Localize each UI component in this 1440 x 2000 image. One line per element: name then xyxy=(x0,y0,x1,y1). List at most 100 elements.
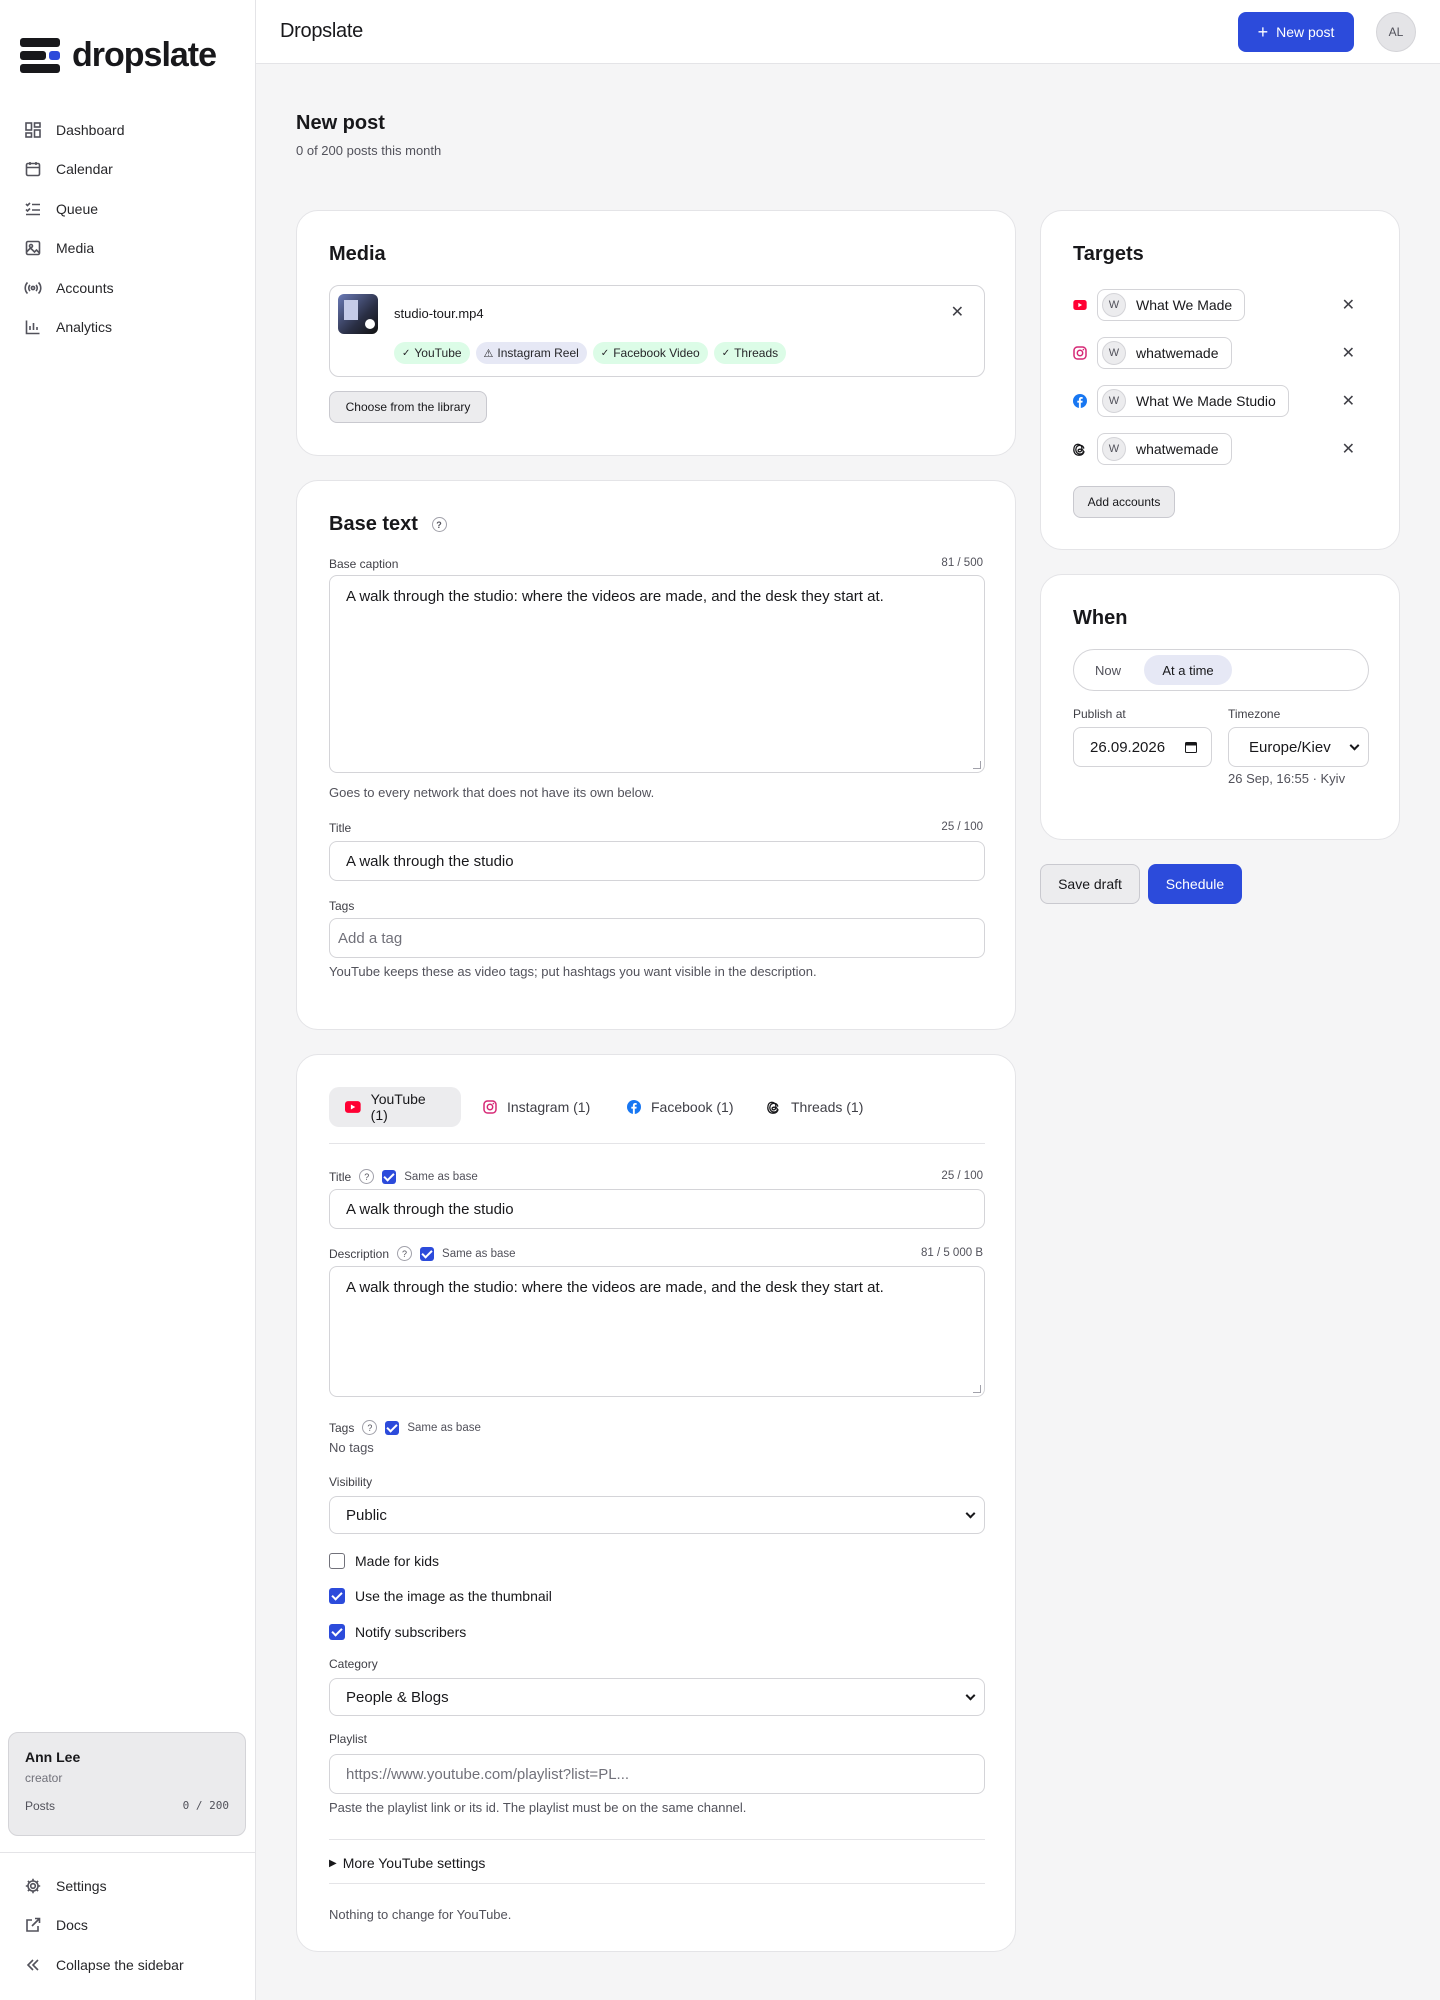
when-card: When Now At a time Publish at Timezone 2… xyxy=(1040,574,1400,840)
sidebar-item-queue[interactable]: Queue xyxy=(16,189,240,229)
target-account-chip[interactable]: W What We Made Studio xyxy=(1097,385,1289,417)
target-account-chip[interactable]: W What We Made xyxy=(1097,289,1246,321)
sidebar-item-calendar[interactable]: Calendar xyxy=(16,150,240,190)
yt-tags-same-as-base-checkbox[interactable] xyxy=(385,1420,400,1435)
user-card[interactable]: Ann Lee creator Posts 0 / 200 xyxy=(8,1732,246,1836)
calendar-icon xyxy=(25,162,41,177)
made-for-kids-checkbox[interactable] xyxy=(329,1553,345,1569)
more-youtube-settings-toggle[interactable]: ▶ More YouTube settings xyxy=(329,1855,485,1871)
external-link-icon xyxy=(26,1917,41,1933)
close-icon: ✕ xyxy=(1341,441,1355,458)
same-as-base-label: Same as base xyxy=(404,1170,478,1183)
schedule-button[interactable]: Schedule xyxy=(1148,864,1242,904)
media-heading: Media xyxy=(329,243,386,265)
tab-label: Threads (1) xyxy=(791,1099,864,1115)
help-icon[interactable]: ? xyxy=(397,1246,413,1261)
new-post-button[interactable]: + New post xyxy=(1238,12,1354,52)
target-account-row: W whatwemade ✕ xyxy=(1073,433,1355,465)
base-title-label: Title xyxy=(329,821,352,835)
made-for-kids-row[interactable]: Made for kids xyxy=(329,1553,439,1569)
same-as-base-label: Same as base xyxy=(407,1421,481,1434)
user-name: Ann Lee xyxy=(25,1749,81,1765)
sidebar-footer-nav: Settings Docs Collapse the sidebar xyxy=(16,1866,240,1985)
broadcast-icon xyxy=(24,281,42,294)
sidebar-item-settings[interactable]: Settings xyxy=(16,1866,240,1906)
remove-target-button[interactable]: ✕ xyxy=(1342,439,1355,459)
compat-badge-instagram-reel: ⚠ Instagram Reel xyxy=(475,342,587,364)
base-tags-input[interactable]: Add a tag xyxy=(329,918,985,958)
bar-chart-icon xyxy=(25,320,40,335)
instagram-icon xyxy=(1073,346,1087,360)
remove-target-button[interactable]: ✕ xyxy=(1342,343,1355,363)
yt-description-textarea[interactable]: A walk through the studio: where the vid… xyxy=(329,1266,985,1397)
check-icon: ✓ xyxy=(600,347,610,359)
use-thumbnail-row[interactable]: Use the image as the thumbnail xyxy=(329,1588,552,1604)
yt-title-input[interactable]: A walk through the studio xyxy=(329,1189,985,1229)
remove-target-button[interactable]: ✕ xyxy=(1342,391,1355,411)
help-icon[interactable]: ? xyxy=(362,1420,378,1435)
avatar[interactable]: AL xyxy=(1376,12,1416,52)
choose-from-library-button[interactable]: Choose from the library xyxy=(329,391,487,423)
yt-title-same-as-base-checkbox[interactable] xyxy=(382,1169,397,1184)
use-thumbnail-checkbox[interactable] xyxy=(329,1588,345,1604)
base-title-input[interactable]: A walk through the studio xyxy=(329,841,985,881)
sidebar-item-dashboard[interactable]: Dashboard xyxy=(16,110,240,150)
close-icon: ✕ xyxy=(1341,345,1355,362)
remove-target-button[interactable]: ✕ xyxy=(1342,295,1355,315)
media-card: Media studio-tour.mp4 ✕ ✓ YouTube ⚠ Instag… xyxy=(296,210,1016,456)
compat-badge-facebook-video: ✓ Facebook Video xyxy=(592,342,708,364)
yt-title-label-row: Title ? Same as base xyxy=(329,1169,478,1184)
sidebar-nav: Dashboard Calendar Queue Media Accounts … xyxy=(16,110,240,347)
yt-description-same-as-base-checkbox[interactable] xyxy=(420,1246,435,1261)
check-icon: ✓ xyxy=(402,347,411,359)
calendar-icon[interactable] xyxy=(1185,741,1197,753)
resize-handle[interactable] xyxy=(973,761,981,769)
publish-date-input[interactable]: 26.09.2026 xyxy=(1073,727,1212,767)
base-caption-counter: 81 / 500 xyxy=(941,557,983,569)
tab-label: Facebook (1) xyxy=(651,1099,734,1115)
target-account-chip[interactable]: W whatwemade xyxy=(1097,433,1232,465)
publish-at-label: Publish at xyxy=(1073,707,1126,721)
notify-subscribers-row[interactable]: Notify subscribers xyxy=(329,1624,466,1640)
user-role: creator xyxy=(25,1771,63,1785)
yt-playlist-help: Paste the playlist link or its id. The p… xyxy=(329,1800,747,1815)
made-for-kids-label: Made for kids xyxy=(355,1553,440,1569)
tab-threads[interactable]: Threads (1) xyxy=(751,1087,879,1127)
mode-at-time-button[interactable]: At a time xyxy=(1144,655,1232,685)
sidebar-divider xyxy=(0,1852,256,1853)
tab-facebook[interactable]: Facebook (1) xyxy=(611,1087,749,1127)
tab-instagram[interactable]: Instagram (1) xyxy=(467,1087,606,1127)
user-posts-usage: Posts 0 / 200 xyxy=(25,1799,229,1813)
yt-category-select[interactable]: People & Blogs xyxy=(329,1678,985,1716)
yt-visibility-select[interactable]: Public xyxy=(329,1496,985,1534)
timezone-select[interactable]: Europe/Kiev xyxy=(1228,727,1369,767)
sidebar-item-label: Collapse the sidebar xyxy=(56,1956,184,1973)
sidebar-item-media[interactable]: Media xyxy=(16,229,240,269)
collapse-sidebar-button[interactable]: Collapse the sidebar xyxy=(16,1945,240,1985)
sidebar: dropslate Dashboard Calendar Queue Media… xyxy=(0,0,256,2000)
badge-label: Facebook Video xyxy=(613,346,700,360)
base-text-card: Base text ? Base caption 81 / 500 A walk… xyxy=(296,480,1016,1030)
tab-youtube[interactable]: YouTube (1) xyxy=(329,1087,461,1127)
notify-subscribers-checkbox[interactable] xyxy=(329,1624,345,1640)
yt-category-value: People & Blogs xyxy=(346,1688,449,1706)
add-accounts-button[interactable]: Add accounts xyxy=(1073,486,1175,518)
yt-playlist-input[interactable]: https://www.youtube.com/playlist?list=PL… xyxy=(329,1754,985,1794)
sidebar-item-accounts[interactable]: Accounts xyxy=(16,268,240,308)
remove-media-button[interactable]: ✕ xyxy=(951,302,964,322)
badge-label: Threads xyxy=(734,346,779,360)
targets-card: Targets W What We Made ✕ W whatwemade ✕ … xyxy=(1040,210,1400,550)
sidebar-item-docs[interactable]: Docs xyxy=(16,1906,240,1946)
instagram-icon xyxy=(483,1100,497,1114)
save-draft-button[interactable]: Save draft xyxy=(1040,864,1140,904)
sidebar-item-analytics[interactable]: Analytics xyxy=(16,308,240,348)
target-account-chip[interactable]: W whatwemade xyxy=(1097,337,1232,369)
queue-icon xyxy=(25,202,40,216)
base-caption-textarea[interactable]: A walk through the studio: where the vid… xyxy=(329,575,985,773)
resize-handle[interactable] xyxy=(973,1385,981,1393)
sidebar-item-label: Analytics xyxy=(56,319,113,336)
help-icon[interactable]: ? xyxy=(359,1169,375,1184)
help-icon[interactable]: ? xyxy=(431,517,447,533)
logo[interactable]: dropslate xyxy=(20,36,217,75)
mode-now-button[interactable]: Now xyxy=(1080,655,1136,685)
